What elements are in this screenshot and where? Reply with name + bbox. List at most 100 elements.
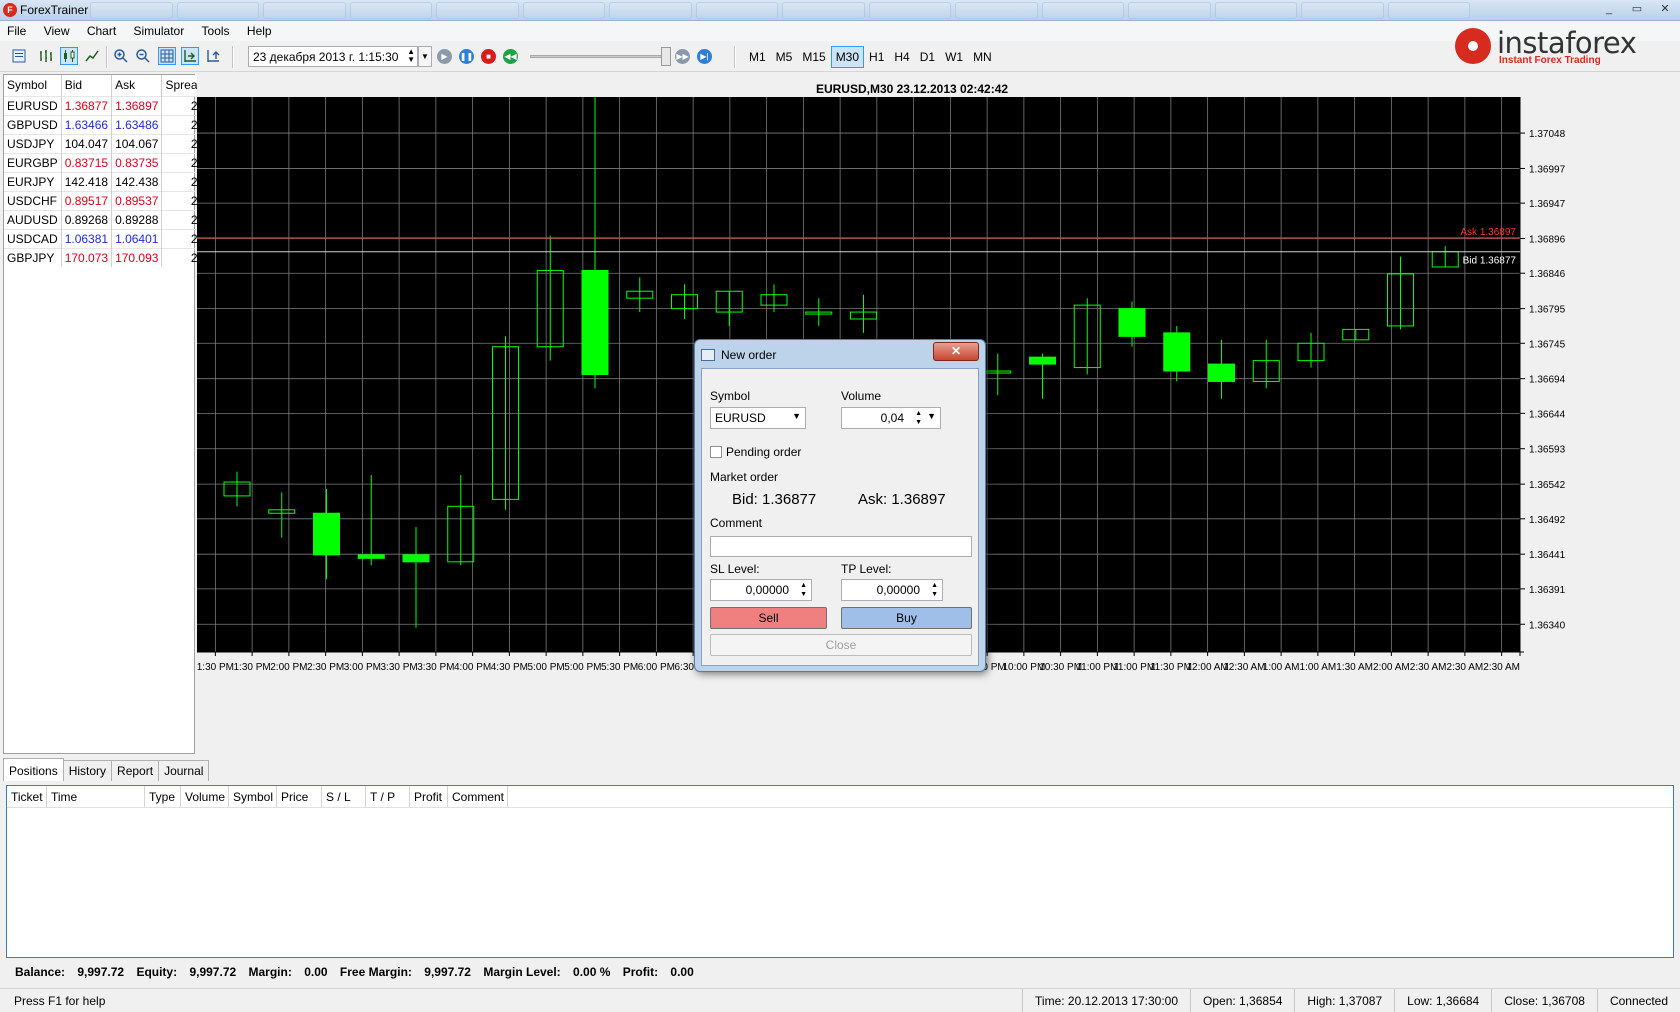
zoom-out-icon[interactable] (134, 47, 152, 65)
tab-history[interactable]: History (62, 760, 113, 781)
menu-chart[interactable]: Chart (80, 21, 123, 38)
grid-icon[interactable] (158, 47, 176, 65)
taskbar-tab[interactable] (436, 2, 519, 19)
symbol-cell: EURJPY (4, 171, 62, 191)
volume-dropdown-icon[interactable]: ▼ (927, 411, 936, 421)
candlestick-icon[interactable] (60, 47, 78, 65)
menu-view[interactable]: View (37, 21, 77, 38)
col-sl[interactable]: S / L (322, 786, 366, 807)
bar-chart-icon[interactable] (37, 47, 55, 65)
col-profit[interactable]: Profit (410, 786, 448, 807)
volume-spin-icon[interactable]: ▲ ▼ (915, 409, 922, 427)
col-comment[interactable]: Comment (448, 786, 508, 807)
col-volume[interactable]: Volume (181, 786, 229, 807)
taskbar-tab[interactable] (1041, 2, 1124, 19)
dialog-window-icon (701, 349, 715, 361)
chart-shift-icon[interactable] (204, 47, 222, 65)
play-icon[interactable]: ▶ (437, 49, 452, 64)
timeframe-m1[interactable]: M1 (744, 46, 771, 68)
minimize-button[interactable]: _ (1596, 1, 1622, 19)
timeframe-d1[interactable]: D1 (915, 46, 940, 68)
new-order-icon[interactable] (10, 47, 28, 65)
date-spinner-icon[interactable]: ▲ ▼ (407, 48, 415, 64)
zoom-in-icon[interactable] (112, 47, 130, 65)
maximize-button[interactable]: ▭ (1624, 1, 1650, 19)
menu-help[interactable]: Help (240, 21, 279, 38)
pending-order-checkbox[interactable] (710, 446, 722, 458)
skip-end-icon[interactable]: ▶| (697, 49, 712, 64)
status-high: High: 1,37087 (1294, 989, 1394, 1012)
speed-slider-handle[interactable] (661, 47, 671, 66)
tp-level-stepper[interactable]: 0,00000 ▲ ▼ (841, 579, 943, 601)
menu-file[interactable]: File (0, 21, 33, 38)
symbol-row[interactable]: GBPUSD1.634661.6348620 (4, 114, 208, 134)
menu-tools[interactable]: Tools (195, 21, 237, 38)
symbol-row[interactable]: AUDUSD0.892680.8928820 (4, 209, 208, 229)
dialog-title-bar[interactable]: New order ✕ (695, 340, 985, 368)
pause-icon[interactable]: ❚❚ (459, 49, 474, 64)
taskbar-tab[interactable] (1214, 2, 1297, 19)
taskbar-tab[interactable] (868, 2, 951, 19)
taskbar-tab[interactable] (263, 2, 346, 19)
timeframe-m15[interactable]: M15 (797, 46, 830, 68)
fast-forward-icon[interactable]: ▶▶ (675, 49, 690, 64)
timeframe-h4[interactable]: H4 (889, 46, 914, 68)
timeframe-m30[interactable]: M30 (830, 46, 865, 68)
col-ask[interactable]: Ask (111, 75, 163, 96)
symbol-row[interactable]: EURGBP0.837150.8373520 (4, 152, 208, 172)
col-bid[interactable]: Bid (61, 75, 113, 96)
line-chart-icon[interactable] (83, 47, 101, 65)
stop-icon[interactable]: ■ (481, 49, 496, 64)
taskbar-tab[interactable] (1128, 2, 1211, 19)
comment-input[interactable] (710, 536, 972, 557)
auto-scroll-icon[interactable] (181, 47, 199, 65)
close-window-button[interactable]: ✕ (1652, 1, 1678, 19)
col-type[interactable]: Type (145, 786, 181, 807)
x-tick-label: 1:30 AM (1336, 662, 1373, 673)
symbol-row[interactable]: USDJPY104.047104.06720 (4, 133, 208, 153)
y-tick-label: 1.36745 (1529, 339, 1566, 350)
taskbar-tab[interactable] (955, 2, 1038, 19)
symbol-select[interactable]: EURUSD ▼ (710, 407, 806, 429)
sell-button[interactable]: Sell (710, 607, 827, 629)
taskbar-tab[interactable] (695, 2, 778, 19)
symbol-row[interactable]: GBPJPY170.073170.09320 (4, 247, 208, 267)
taskbar-tab[interactable] (1301, 2, 1384, 19)
taskbar-tab[interactable] (1387, 2, 1470, 19)
symbol-row[interactable]: EURJPY142.418142.43820 (4, 171, 208, 191)
timeframe-m5[interactable]: M5 (771, 46, 798, 68)
taskbar-tab[interactable] (522, 2, 605, 19)
col-price[interactable]: Price (277, 786, 322, 807)
speed-slider-track[interactable] (530, 55, 670, 58)
timeframe-mn[interactable]: MN (968, 46, 997, 68)
rewind-icon[interactable]: ◀◀ (503, 49, 518, 64)
close-position-button[interactable]: Close (710, 634, 972, 656)
taskbar-tab[interactable] (90, 2, 173, 19)
timeframe-h1[interactable]: H1 (864, 46, 889, 68)
menu-simulator[interactable]: Simulator (127, 21, 192, 38)
taskbar-tab[interactable] (782, 2, 865, 19)
taskbar-tab[interactable] (609, 2, 692, 19)
taskbar-tab[interactable] (349, 2, 432, 19)
sl-spin-icon[interactable]: ▲ ▼ (800, 581, 807, 599)
col-ticket[interactable]: Ticket (7, 786, 47, 807)
symbol-row[interactable]: USDCHF0.895170.8953720 (4, 190, 208, 210)
sl-level-stepper[interactable]: 0,00000 ▲ ▼ (710, 579, 812, 601)
tp-spin-icon[interactable]: ▲ ▼ (931, 581, 938, 599)
col-symbol[interactable]: Symbol (229, 786, 277, 807)
tab-positions[interactable]: Positions (3, 758, 64, 781)
tab-journal[interactable]: Journal (158, 760, 210, 781)
tab-report[interactable]: Report (111, 760, 160, 781)
date-dropdown-button[interactable]: ▼ (418, 46, 432, 67)
col-tp[interactable]: T / P (366, 786, 410, 807)
symbol-row[interactable]: EURUSD1.368771.3689720 (4, 95, 208, 115)
dialog-close-button[interactable]: ✕ (933, 342, 979, 361)
timeframe-w1[interactable]: W1 (940, 46, 968, 68)
simulation-date-input[interactable]: 23 декабря 2013 г. 1:15:30 ▲ ▼ (248, 46, 418, 67)
taskbar-tab[interactable] (176, 2, 259, 19)
symbol-row[interactable]: USDCAD1.063811.0640120 (4, 228, 208, 248)
col-time[interactable]: Time (47, 786, 145, 807)
buy-button[interactable]: Buy (841, 607, 972, 629)
col-symbol[interactable]: Symbol (4, 75, 62, 96)
volume-stepper[interactable]: 0,04 ▲ ▼ ▼ (841, 407, 941, 429)
